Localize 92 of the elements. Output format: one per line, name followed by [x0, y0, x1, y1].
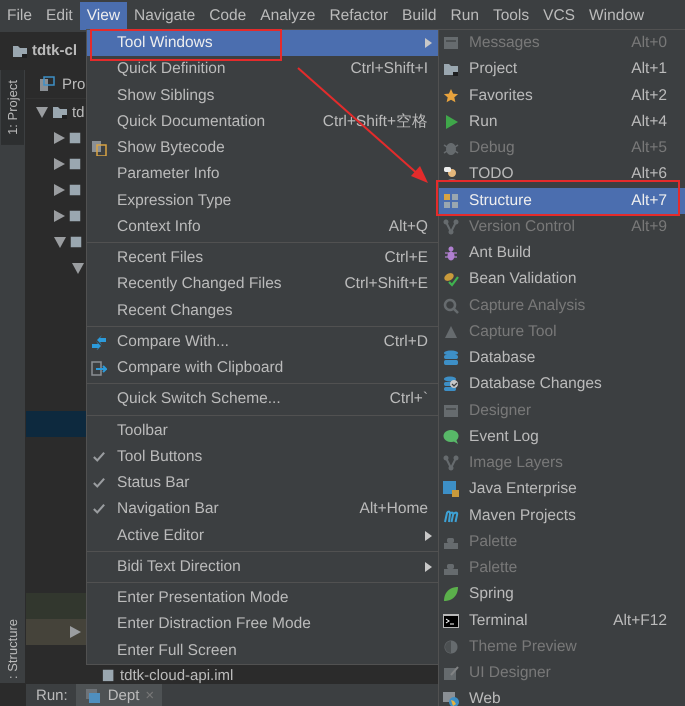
- menu-item[interactable]: Project Alt+1: [439, 56, 685, 82]
- window-icon: [84, 688, 102, 704]
- menu-item[interactable]: Enter Presentation Mode: [87, 585, 438, 612]
- file-icon: [70, 234, 82, 250]
- menu-item[interactable]: Recent Files Ctrl+E: [87, 245, 438, 272]
- menu-item[interactable]: Show Bytecode: [87, 135, 438, 162]
- menu-item[interactable]: Context Info Alt+Q: [87, 214, 438, 240]
- menu-item[interactable]: Quick Switch Scheme... Ctrl+`: [87, 386, 438, 412]
- zigzag-icon: [443, 508, 459, 524]
- leaf-icon: [443, 586, 459, 602]
- menu-bar-item[interactable]: Run: [444, 2, 486, 30]
- menu-bar-item[interactable]: Window: [582, 2, 652, 30]
- menu-item[interactable]: Run Alt+4: [439, 108, 685, 135]
- run-label: Run:: [35, 687, 69, 704]
- menu-item[interactable]: Ant Build: [439, 240, 685, 266]
- document-icon: [91, 140, 107, 156]
- file-icon: [69, 182, 81, 198]
- branch-icon: [443, 455, 459, 472]
- file-icon: [69, 130, 81, 146]
- magnifier-icon: [443, 298, 459, 314]
- menu-item[interactable]: Toolbar: [87, 418, 438, 444]
- menu-item[interactable]: Status Bar: [87, 470, 438, 496]
- branch-icon: [443, 218, 459, 235]
- menu-item[interactable]: Database: [439, 345, 685, 372]
- menu-item[interactable]: Navigation Bar Alt+Home: [87, 496, 438, 522]
- menu-item[interactable]: Enter Distraction Free Mode: [87, 611, 438, 638]
- triangle-icon: [443, 324, 459, 340]
- menu-item[interactable]: Expression Type: [87, 188, 438, 214]
- menu-bar-item[interactable]: Refactor: [322, 2, 396, 30]
- window-icon: [443, 402, 459, 419]
- bug-icon: [443, 140, 459, 156]
- menu-item[interactable]: Tool Windows: [87, 30, 438, 56]
- menu-bar-item[interactable]: Code: [202, 2, 254, 30]
- menu-bar-item[interactable]: File: [0, 2, 39, 30]
- menu-item[interactable]: Structure Alt+7: [439, 188, 685, 214]
- panel-header: Pro: [62, 76, 86, 92]
- circle-icon: [443, 638, 459, 655]
- file-name[interactable]: tdtk-cloud-api.iml: [120, 666, 234, 684]
- clipboard-icon: [91, 360, 107, 376]
- menu-item[interactable]: Compare with Clipboard: [87, 355, 438, 382]
- menu-item[interactable]: Recent Changes: [87, 298, 438, 324]
- pencil-icon: [443, 665, 459, 682]
- folder-icon: [52, 104, 68, 120]
- file-icon: [102, 667, 116, 683]
- compare-arrows-icon: [91, 334, 107, 350]
- project-tool-tab[interactable]: 1: Project: [1, 70, 24, 145]
- menu-bar-item[interactable]: VCS: [536, 2, 582, 30]
- menu-item[interactable]: Recently Changed Files Ctrl+Shift+E: [87, 271, 438, 298]
- figure-icon: [443, 166, 459, 182]
- menu-bar-item[interactable]: Build: [395, 2, 444, 30]
- panel-icon: [38, 76, 56, 92]
- square-icon: [443, 481, 459, 498]
- menu-item[interactable]: Java Enterprise: [439, 476, 685, 502]
- window-icon: [443, 35, 459, 52]
- database-icon: [443, 350, 459, 366]
- menu-item[interactable]: Tool Buttons: [87, 444, 438, 470]
- menu-item[interactable]: Compare With... Ctrl+D: [87, 328, 438, 355]
- menu-item[interactable]: Quick Definition Ctrl+Shift+I: [87, 56, 438, 82]
- menu-bar-item[interactable]: Analyze: [253, 2, 322, 30]
- bean-check-icon: [443, 271, 459, 288]
- structure-tool-tab[interactable]: : Structure: [5, 615, 20, 683]
- menu-item[interactable]: Event Log: [439, 424, 685, 450]
- menu-item[interactable]: Web: [439, 686, 685, 706]
- folder-icon: [443, 61, 459, 78]
- menu-bar-item[interactable]: View: [80, 2, 128, 30]
- menu-bar-item[interactable]: Navigate: [127, 2, 202, 30]
- tree-item[interactable]: td: [72, 104, 85, 120]
- menu-item[interactable]: Parameter Info: [87, 161, 438, 188]
- menu-bar-item[interactable]: Edit: [38, 2, 80, 30]
- file-icon: [69, 156, 81, 172]
- project-title: tdtk-cl: [32, 42, 77, 59]
- star-icon: [443, 88, 459, 104]
- menu-item[interactable]: Enter Full Screen: [87, 638, 438, 664]
- menu-item[interactable]: Favorites Alt+2: [439, 82, 685, 109]
- menu-item[interactable]: Spring: [439, 581, 685, 608]
- menu-item[interactable]: Maven Projects: [439, 502, 685, 529]
- menu-item[interactable]: Show Siblings: [87, 82, 438, 109]
- menu-item[interactable]: TODO Alt+6: [439, 161, 685, 188]
- terminal-icon: [443, 612, 459, 629]
- grid-icon: [443, 192, 459, 209]
- menu-item[interactable]: Terminal Alt+F12: [439, 608, 685, 634]
- file-icon: [69, 208, 81, 224]
- run-tab[interactable]: Dept ×: [76, 684, 162, 706]
- highlighted-row[interactable]: [26, 619, 86, 645]
- play-icon: [443, 114, 459, 130]
- globe-icon: [443, 691, 459, 706]
- menu-item[interactable]: Bean Validation: [439, 266, 685, 292]
- database-check-icon: [443, 376, 459, 392]
- menu-item[interactable]: Database Changes: [439, 371, 685, 398]
- speech-bubble-icon: [443, 428, 459, 445]
- ant-icon: [443, 245, 459, 262]
- menu-bar-item[interactable]: Tools: [486, 2, 536, 30]
